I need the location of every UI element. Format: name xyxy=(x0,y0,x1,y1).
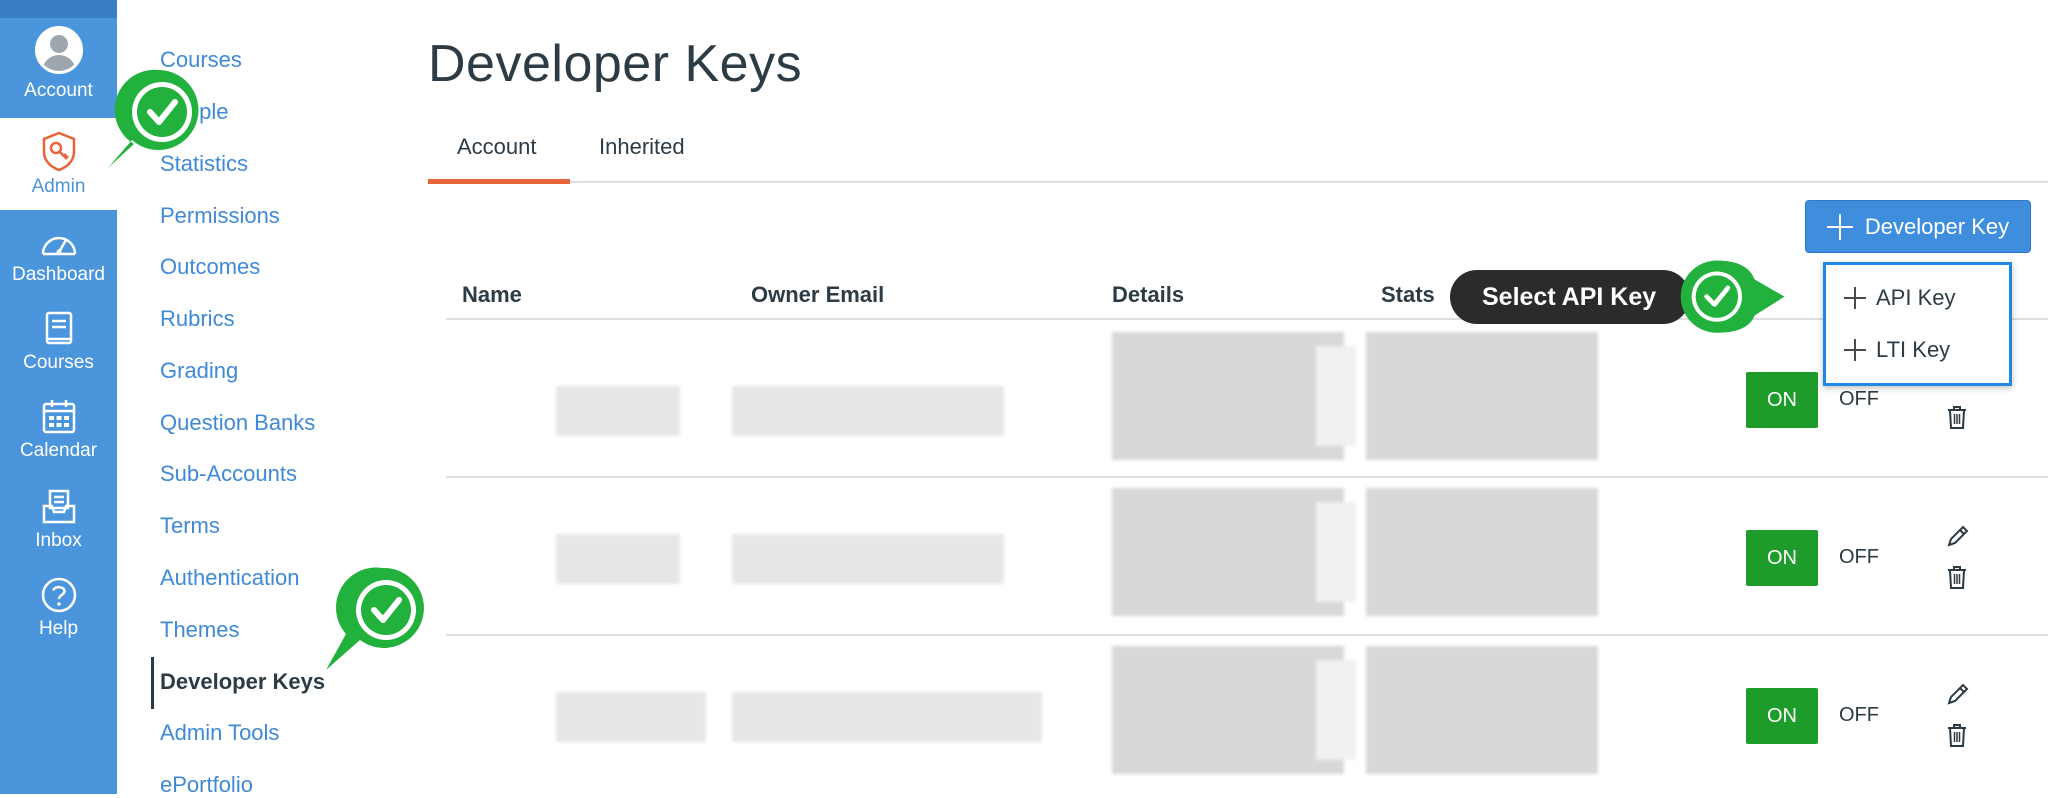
global-nav-courses-label: Courses xyxy=(23,352,94,373)
redacted-owner-email xyxy=(732,534,1004,584)
menu-item-api-key-label: API Key xyxy=(1876,285,1956,310)
global-nav-inbox[interactable]: Inbox xyxy=(0,488,117,552)
global-nav-admin[interactable]: Admin xyxy=(0,118,117,210)
table-row: ON OFF xyxy=(446,478,2048,636)
pencil-edit-icon[interactable] xyxy=(1944,682,1970,708)
subnav-active-indicator xyxy=(151,657,154,709)
global-nav-courses[interactable]: Courses xyxy=(0,310,117,374)
plus-icon xyxy=(1844,339,1866,361)
key-on-button[interactable]: ON xyxy=(1746,530,1818,586)
page-title: Developer Keys xyxy=(428,35,803,93)
redacted-details xyxy=(1112,488,1344,616)
menu-item-lti-key[interactable]: LTI Key xyxy=(1844,337,1950,363)
key-off-button[interactable]: OFF xyxy=(1839,546,1879,569)
courses-book-icon xyxy=(45,311,72,345)
global-nav-calendar[interactable]: Calendar xyxy=(0,398,117,462)
redacted-details xyxy=(1112,332,1344,460)
check-marker-icon xyxy=(1680,260,1785,333)
trash-icon[interactable] xyxy=(1944,722,1970,748)
subnav-rubrics[interactable]: Rubrics xyxy=(160,306,235,332)
pencil-edit-icon[interactable] xyxy=(1944,524,1970,550)
key-off-button[interactable]: OFF xyxy=(1839,388,1879,411)
annotation-callout: Select API Key xyxy=(1450,270,1690,324)
key-on-label: ON xyxy=(1767,388,1797,411)
add-developer-key-button[interactable]: Developer Key xyxy=(1805,200,2031,253)
tab-inherited[interactable]: Inherited xyxy=(599,134,685,160)
developer-key-dropdown-menu: API Key LTI Key xyxy=(1823,262,2012,386)
trash-icon[interactable] xyxy=(1944,564,1970,590)
plus-icon xyxy=(1844,287,1866,309)
dashboard-icon xyxy=(41,236,76,256)
subnav-outcomes[interactable]: Outcomes xyxy=(160,254,260,280)
key-on-button[interactable]: ON xyxy=(1746,688,1818,744)
global-nav-inbox-label: Inbox xyxy=(35,530,82,551)
user-avatar-icon xyxy=(34,26,83,74)
subnav-sub-accounts[interactable]: Sub-Accounts xyxy=(160,461,297,487)
global-nav-help-label: Help xyxy=(38,618,79,639)
redacted-details xyxy=(1112,646,1344,774)
global-nav-calendar-label: Calendar xyxy=(19,440,98,461)
trash-icon[interactable] xyxy=(1944,404,1970,430)
global-nav: Account Admin Dashboard Courses Calendar… xyxy=(0,0,117,794)
subnav-developer-keys[interactable]: Developer Keys xyxy=(160,669,325,695)
plus-icon xyxy=(1826,213,1853,240)
global-nav-help[interactable]: Help xyxy=(0,576,117,640)
column-header-name: Name xyxy=(462,282,522,307)
subnav-question-banks[interactable]: Question Banks xyxy=(160,410,315,436)
check-marker-icon xyxy=(108,69,199,168)
subnav-admin-tools[interactable]: Admin Tools xyxy=(160,720,279,746)
redacted-name xyxy=(556,386,680,436)
tab-inherited-label: Inherited xyxy=(599,134,685,159)
column-header-owner-email: Owner Email xyxy=(751,282,885,307)
redacted-stats xyxy=(1366,332,1598,460)
global-nav-account-label: Account xyxy=(24,80,93,101)
inbox-icon xyxy=(42,489,75,524)
tab-account-label: Account xyxy=(457,134,537,159)
redacted-name xyxy=(556,534,680,584)
active-tab-underline xyxy=(428,179,570,184)
column-header-details: Details xyxy=(1112,282,1185,307)
redacted-stats xyxy=(1366,488,1598,616)
add-developer-key-label: Developer Key xyxy=(1864,213,2010,239)
tab-list: Account Inherited xyxy=(428,126,2048,184)
global-nav-account[interactable]: Account xyxy=(0,26,117,102)
admin-shield-icon xyxy=(42,131,75,172)
subnav-grading[interactable]: Grading xyxy=(160,358,238,384)
key-on-label: ON xyxy=(1767,546,1797,569)
key-on-button[interactable]: ON xyxy=(1746,372,1818,428)
subnav-authentication[interactable]: Authentication xyxy=(160,565,299,591)
redacted-owner-email xyxy=(732,692,1042,742)
tab-account[interactable]: Account xyxy=(457,134,537,160)
menu-item-api-key[interactable]: API Key xyxy=(1844,285,1955,311)
table-row: ON OFF xyxy=(446,320,2048,478)
global-nav-dashboard-label: Dashboard xyxy=(12,264,105,285)
redacted-owner-email xyxy=(732,386,1004,436)
annotation-callout-text: Select API Key xyxy=(1482,282,1657,311)
subnav-permissions[interactable]: Permissions xyxy=(160,203,280,229)
key-off-button[interactable]: OFF xyxy=(1839,704,1879,727)
subnav-eportfolio[interactable]: ePortfolio xyxy=(160,772,253,798)
global-nav-admin-label: Admin xyxy=(31,176,86,197)
check-marker-icon xyxy=(326,567,424,670)
global-nav-top-strip xyxy=(0,0,117,18)
key-on-label: ON xyxy=(1767,704,1797,727)
subnav-terms[interactable]: Terms xyxy=(160,513,220,539)
menu-item-lti-key-label: LTI Key xyxy=(1876,337,1951,362)
help-icon xyxy=(41,577,76,613)
table-row: ON OFF xyxy=(446,636,2048,794)
redacted-stats xyxy=(1366,646,1598,774)
column-header-stats: Stats xyxy=(1381,282,1435,307)
redacted-name xyxy=(556,692,706,742)
calendar-icon xyxy=(42,400,75,434)
subnav-themes[interactable]: Themes xyxy=(160,617,239,643)
global-nav-dashboard[interactable]: Dashboard xyxy=(0,228,117,286)
